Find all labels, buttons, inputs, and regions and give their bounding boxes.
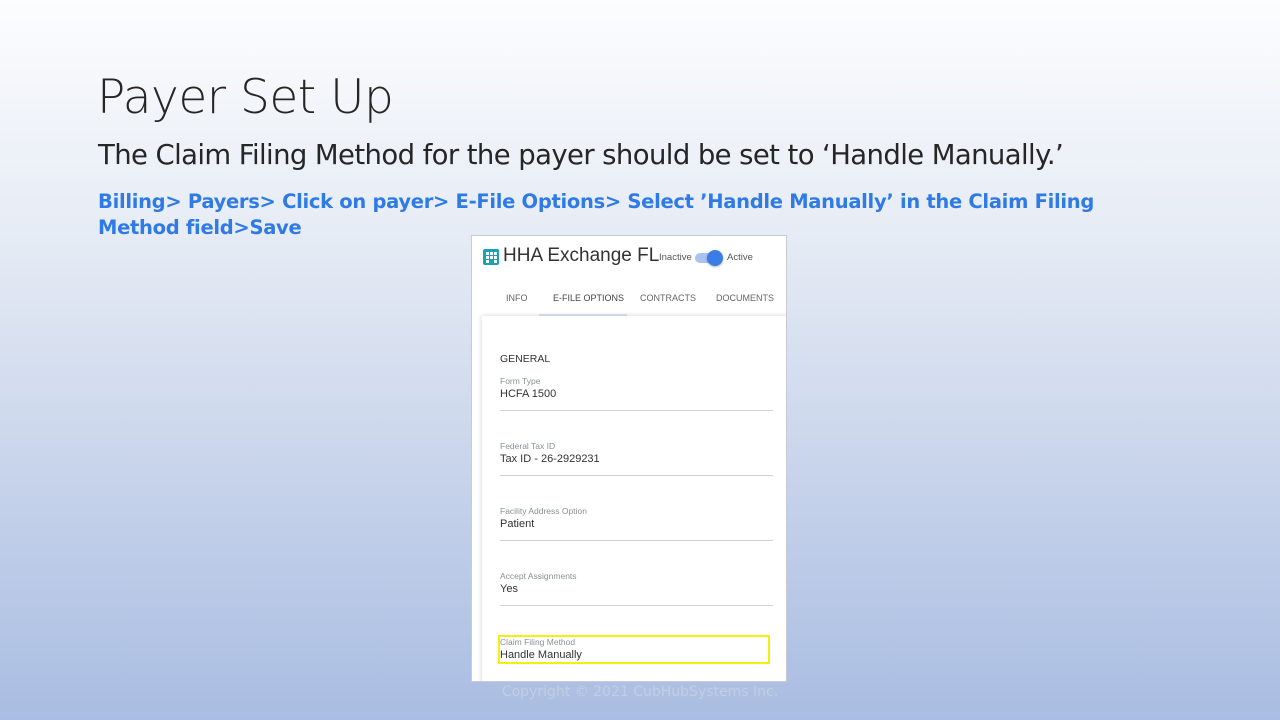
field-label: Facility Address Option: [500, 506, 587, 516]
field-value: HCFA 1500: [500, 388, 557, 400]
tab-documents[interactable]: DOCUMENTS: [716, 293, 774, 303]
tab-contracts[interactable]: CONTRACTS: [640, 293, 696, 303]
slide-title: Payer Set Up: [97, 70, 394, 125]
field-label: Accept Assignments: [500, 571, 577, 581]
payer-header: HHA Exchange FL Inactive Active: [472, 236, 786, 280]
payer-name: HHA Exchange FL: [503, 245, 660, 266]
facility-address-option-field[interactable]: Facility Address Option Patient: [500, 506, 773, 541]
form-type-field[interactable]: Form Type HCFA 1500: [500, 376, 773, 411]
accept-assignments-field[interactable]: Accept Assignments Yes: [500, 571, 773, 606]
copyright-footer: Copyright © 2021 CubHubSystems Inc.: [501, 684, 779, 700]
navigation-path: Billing> Payers> Click on payer> E-File …: [98, 190, 1094, 239]
e-file-options-card: [482, 316, 786, 681]
toggle-knob[interactable]: [707, 250, 723, 266]
payer-screenshot: HHA Exchange FL Inactive Active INFO E-F…: [471, 235, 787, 682]
tab-info[interactable]: INFO: [506, 293, 528, 303]
active-label: Active: [727, 252, 753, 263]
claim-filing-method-highlight: [498, 635, 770, 664]
building-icon: [483, 249, 499, 265]
field-label: Federal Tax ID: [500, 441, 556, 451]
field-label: Form Type: [500, 376, 541, 386]
inactive-label: Inactive: [659, 252, 692, 263]
section-general: GENERAL: [500, 353, 551, 365]
field-value: Yes: [500, 583, 518, 595]
tab-e-file-options[interactable]: E-FILE OPTIONS: [553, 293, 624, 303]
field-value: Tax ID - 26-2929231: [500, 453, 600, 465]
field-value: Patient: [500, 518, 535, 530]
payer-tabs: INFO E-FILE OPTIONS CONTRACTS DOCUMENTS: [472, 280, 786, 316]
active-toggle[interactable]: [695, 250, 723, 266]
slide-subtitle: The Claim Filing Method for the payer sh…: [98, 139, 1064, 171]
federal-tax-id-field[interactable]: Federal Tax ID Tax ID - 26-2929231: [500, 441, 773, 476]
